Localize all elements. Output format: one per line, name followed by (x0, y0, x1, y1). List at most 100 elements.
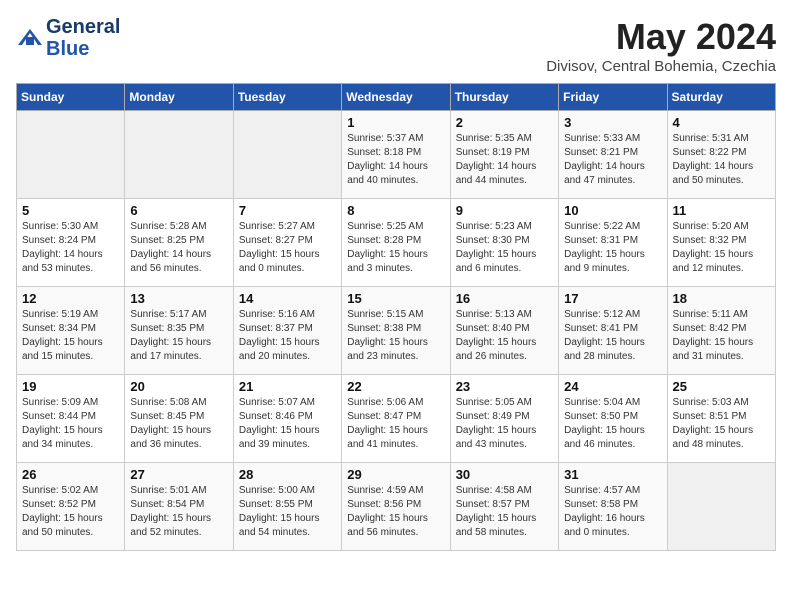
calendar-cell: 15 Sunrise: 5:15 AM Sunset: 8:38 PM Dayli… (342, 287, 450, 375)
day-number: 18 (673, 291, 770, 306)
day-info: Sunrise: 5:16 AM Sunset: 8:37 PM Dayligh… (239, 308, 336, 364)
calendar-cell: 24 Sunrise: 5:04 AM Sunset: 8:50 PM Dayli… (559, 375, 667, 463)
day-number: 2 (456, 115, 553, 130)
calendar-cell: 26Sunrise: 5:02 AM Sunset: 8:52 PM Dayli… (17, 463, 125, 551)
calendar-cell: 30Sunrise: 4:58 AM Sunset: 8:57 PM Dayli… (450, 463, 558, 551)
day-info: Sunrise: 4:59 AM Sunset: 8:56 PM Dayligh… (347, 484, 444, 540)
day-number: 1 (347, 115, 444, 130)
day-number: 22 (347, 379, 444, 394)
day-number: 6 (130, 203, 227, 218)
calendar-cell: 2 Sunrise: 5:35 AM Sunset: 8:19 PM Daylig… (450, 111, 558, 199)
day-info: Sunrise: 5:35 AM Sunset: 8:19 PM Dayligh… (456, 132, 553, 188)
calendar-cell: 27 Sunrise: 5:01 AM Sunset: 8:54 PM Dayli… (125, 463, 233, 551)
day-info: Sunrise: 5:20 AM Sunset: 8:32 PM Dayligh… (673, 220, 770, 276)
calendar-cell: 6 Sunrise: 5:28 AM Sunset: 8:25 PM Daylig… (125, 199, 233, 287)
day-number: 17 (564, 291, 661, 306)
day-info: Sunrise: 5:12 AM Sunset: 8:41 PM Dayligh… (564, 308, 661, 364)
day-info: Sunrise: 5:15 AM Sunset: 8:38 PM Dayligh… (347, 308, 444, 364)
day-info: Sunrise: 5:28 AM Sunset: 8:25 PM Dayligh… (130, 220, 227, 276)
day-info: Sunrise: 5:01 AM Sunset: 8:54 PM Dayligh… (130, 484, 227, 540)
weekday-header-thursday: Thursday (450, 84, 558, 111)
day-info: Sunrise: 5:04 AM Sunset: 8:50 PM Dayligh… (564, 396, 661, 452)
calendar-cell: 20Sunrise: 5:08 AM Sunset: 8:45 PM Dayli… (125, 375, 233, 463)
day-number: 5 (22, 203, 119, 218)
calendar-cell: 5 Sunrise: 5:30 AM Sunset: 8:24 PM Daylig… (17, 199, 125, 287)
calendar-cell: 7 Sunrise: 5:27 AM Sunset: 8:27 PM Daylig… (233, 199, 341, 287)
calendar-week-row: 5 Sunrise: 5:30 AM Sunset: 8:24 PM Daylig… (17, 199, 776, 287)
calendar-cell: 25 Sunrise: 5:03 AM Sunset: 8:51 PM Dayli… (667, 375, 775, 463)
day-info: Sunrise: 5:13 AM Sunset: 8:40 PM Dayligh… (456, 308, 553, 364)
calendar-cell: 14 Sunrise: 5:16 AM Sunset: 8:37 PM Dayli… (233, 287, 341, 375)
calendar-cell (667, 463, 775, 551)
day-number: 31 (564, 467, 661, 482)
logo-icon (16, 27, 44, 49)
day-info: Sunrise: 5:23 AM Sunset: 8:30 PM Dayligh… (456, 220, 553, 276)
calendar-cell: 3Sunrise: 5:33 AM Sunset: 8:21 PM Daylig… (559, 111, 667, 199)
day-number: 21 (239, 379, 336, 394)
day-number: 13 (130, 291, 227, 306)
day-info: Sunrise: 5:05 AM Sunset: 8:49 PM Dayligh… (456, 396, 553, 452)
day-number: 7 (239, 203, 336, 218)
logo-blue: Blue (46, 38, 120, 60)
calendar-week-row: 19 Sunrise: 5:09 AM Sunset: 8:44 PM Dayli… (17, 375, 776, 463)
day-number: 15 (347, 291, 444, 306)
day-info: Sunrise: 5:03 AM Sunset: 8:51 PM Dayligh… (673, 396, 770, 452)
day-info: Sunrise: 5:27 AM Sunset: 8:27 PM Dayligh… (239, 220, 336, 276)
logo-general: General (46, 16, 120, 38)
calendar-cell: 18 Sunrise: 5:11 AM Sunset: 8:42 PM Dayli… (667, 287, 775, 375)
day-info: Sunrise: 5:33 AM Sunset: 8:21 PM Dayligh… (564, 132, 661, 188)
calendar-week-row: 26Sunrise: 5:02 AM Sunset: 8:52 PM Dayli… (17, 463, 776, 551)
day-number: 19 (22, 379, 119, 394)
day-info: Sunrise: 5:37 AM Sunset: 8:18 PM Dayligh… (347, 132, 444, 188)
day-info: Sunrise: 5:07 AM Sunset: 8:46 PM Dayligh… (239, 396, 336, 452)
calendar-cell: 16 Sunrise: 5:13 AM Sunset: 8:40 PM Dayli… (450, 287, 558, 375)
day-info: Sunrise: 5:25 AM Sunset: 8:28 PM Dayligh… (347, 220, 444, 276)
month-year-title: May 2024 (546, 16, 776, 58)
day-number: 8 (347, 203, 444, 218)
weekday-header-friday: Friday (559, 84, 667, 111)
calendar-cell: 4 Sunrise: 5:31 AM Sunset: 8:22 PM Daylig… (667, 111, 775, 199)
day-number: 9 (456, 203, 553, 218)
day-number: 24 (564, 379, 661, 394)
calendar-cell: 21 Sunrise: 5:07 AM Sunset: 8:46 PM Dayli… (233, 375, 341, 463)
calendar-cell: 10Sunrise: 5:22 AM Sunset: 8:31 PM Dayli… (559, 199, 667, 287)
weekday-header-wednesday: Wednesday (342, 84, 450, 111)
calendar-cell: 29Sunrise: 4:59 AM Sunset: 8:56 PM Dayli… (342, 463, 450, 551)
day-number: 30 (456, 467, 553, 482)
calendar-cell: 12Sunrise: 5:19 AM Sunset: 8:34 PM Dayli… (17, 287, 125, 375)
day-number: 14 (239, 291, 336, 306)
calendar-cell (125, 111, 233, 199)
calendar-cell: 17 Sunrise: 5:12 AM Sunset: 8:41 PM Dayli… (559, 287, 667, 375)
weekday-header-sunday: Sunday (17, 84, 125, 111)
day-number: 25 (673, 379, 770, 394)
calendar-cell: 31Sunrise: 4:57 AM Sunset: 8:58 PM Dayli… (559, 463, 667, 551)
day-info: Sunrise: 5:30 AM Sunset: 8:24 PM Dayligh… (22, 220, 119, 276)
calendar-cell: 1 Sunrise: 5:37 AM Sunset: 8:18 PM Daylig… (342, 111, 450, 199)
day-info: Sunrise: 5:02 AM Sunset: 8:52 PM Dayligh… (22, 484, 119, 540)
day-info: Sunrise: 5:00 AM Sunset: 8:55 PM Dayligh… (239, 484, 336, 540)
day-info: Sunrise: 5:11 AM Sunset: 8:42 PM Dayligh… (673, 308, 770, 364)
day-number: 16 (456, 291, 553, 306)
calendar-cell: 22 Sunrise: 5:06 AM Sunset: 8:47 PM Dayli… (342, 375, 450, 463)
day-number: 10 (564, 203, 661, 218)
day-number: 23 (456, 379, 553, 394)
weekday-header-monday: Monday (125, 84, 233, 111)
calendar-week-row: 1 Sunrise: 5:37 AM Sunset: 8:18 PM Daylig… (17, 111, 776, 199)
weekday-header-tuesday: Tuesday (233, 84, 341, 111)
calendar-header-row: SundayMondayTuesdayWednesdayThursdayFrid… (17, 84, 776, 111)
day-number: 4 (673, 115, 770, 130)
calendar-cell: 8 Sunrise: 5:25 AM Sunset: 8:28 PM Daylig… (342, 199, 450, 287)
title-block: May 2024 Divisov, Central Bohemia, Czech… (546, 16, 776, 75)
calendar-cell: 19 Sunrise: 5:09 AM Sunset: 8:44 PM Dayli… (17, 375, 125, 463)
calendar-week-row: 12Sunrise: 5:19 AM Sunset: 8:34 PM Dayli… (17, 287, 776, 375)
day-info: Sunrise: 5:09 AM Sunset: 8:44 PM Dayligh… (22, 396, 119, 452)
calendar-cell: 11Sunrise: 5:20 AM Sunset: 8:32 PM Dayli… (667, 199, 775, 287)
weekday-header-saturday: Saturday (667, 84, 775, 111)
calendar-cell: 28 Sunrise: 5:00 AM Sunset: 8:55 PM Dayli… (233, 463, 341, 551)
day-info: Sunrise: 5:31 AM Sunset: 8:22 PM Dayligh… (673, 132, 770, 188)
day-number: 27 (130, 467, 227, 482)
day-info: Sunrise: 5:19 AM Sunset: 8:34 PM Dayligh… (22, 308, 119, 364)
calendar-cell (233, 111, 341, 199)
day-info: Sunrise: 5:06 AM Sunset: 8:47 PM Dayligh… (347, 396, 444, 452)
day-number: 28 (239, 467, 336, 482)
